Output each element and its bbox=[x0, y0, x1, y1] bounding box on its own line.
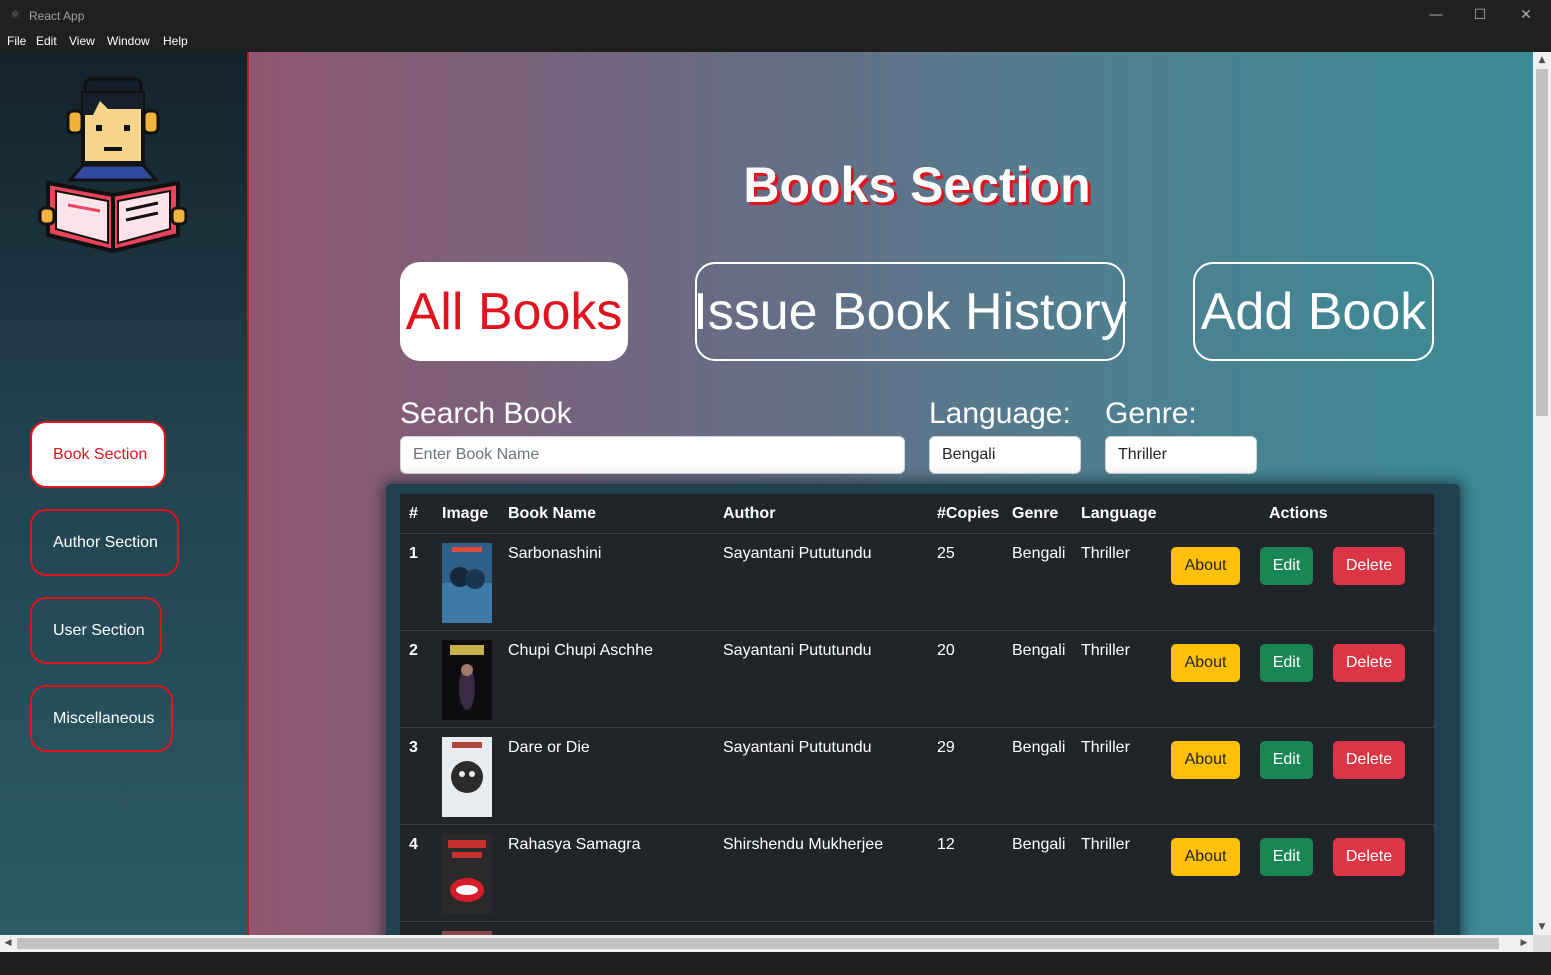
menu-bar: File Edit View Window Help bbox=[0, 31, 1551, 52]
book-language: Thriller bbox=[1081, 739, 1130, 756]
book-copies: 29 bbox=[937, 739, 955, 756]
book-cover-image bbox=[442, 640, 492, 720]
delete-button[interactable]: Delete bbox=[1333, 547, 1405, 585]
tab-all-books[interactable]: All Books bbox=[400, 262, 628, 361]
row-number: 2 bbox=[409, 642, 418, 659]
window-title: React App bbox=[29, 9, 85, 23]
book-name: Chupi Chupi Aschhe bbox=[508, 642, 653, 659]
menu-window[interactable]: Window bbox=[107, 34, 150, 48]
book-genre: Bengali bbox=[1012, 739, 1066, 756]
delete-button[interactable]: Delete bbox=[1333, 741, 1405, 779]
page-title: Books Section bbox=[743, 157, 1091, 213]
book-name: Rahasya Samagra bbox=[508, 836, 641, 853]
book-language: Thriller bbox=[1081, 836, 1130, 853]
header-book-name: Book Name bbox=[508, 505, 597, 522]
book-cover-image bbox=[442, 543, 492, 623]
about-button[interactable]: About bbox=[1171, 644, 1240, 682]
table-header: # Image Book Name Author #Copies Genre L… bbox=[400, 494, 1434, 534]
search-label: Search Book bbox=[400, 397, 572, 430]
menu-view[interactable]: View bbox=[69, 34, 95, 48]
sidebar-item-user-section[interactable]: User Section bbox=[30, 597, 162, 664]
edit-button[interactable]: Edit bbox=[1260, 838, 1313, 876]
edit-button[interactable]: Edit bbox=[1260, 741, 1313, 779]
app-window: ⚛ React App — ☐ ✕ File Edit View Window … bbox=[0, 0, 1551, 975]
books-table: # Image Book Name Author #Copies Genre L… bbox=[400, 494, 1434, 935]
row-number: 3 bbox=[409, 739, 418, 756]
about-button[interactable]: About bbox=[1171, 838, 1240, 876]
scroll-down-icon[interactable]: ▼ bbox=[1533, 919, 1551, 935]
title-bar: ⚛ React App — ☐ ✕ bbox=[0, 0, 1551, 31]
genre-label: Genre: bbox=[1105, 397, 1197, 430]
vertical-scroll-thumb[interactable] bbox=[1536, 69, 1548, 416]
table-row: 1 Sarbonashini Sayantani Pututundu 25 Be… bbox=[400, 534, 1434, 631]
scroll-right-icon[interactable]: ▶ bbox=[1516, 935, 1532, 952]
scroll-up-icon[interactable]: ▲ bbox=[1533, 52, 1551, 68]
genre-input[interactable]: Thriller bbox=[1105, 436, 1257, 474]
book-language: Thriller bbox=[1081, 545, 1130, 562]
book-language: Thriller bbox=[1081, 642, 1130, 659]
book-author: Sayantani Pututundu bbox=[723, 545, 872, 562]
delete-button[interactable]: Delete bbox=[1333, 644, 1405, 682]
book-author: Sayantani Pututundu bbox=[723, 642, 872, 659]
scroll-left-icon[interactable]: ◀ bbox=[0, 935, 16, 952]
react-logo-icon: ⚛ bbox=[10, 8, 20, 21]
edit-button[interactable]: Edit bbox=[1260, 547, 1313, 585]
book-copies: 20 bbox=[937, 642, 955, 659]
sidebar-item-book-section[interactable]: Book Section bbox=[30, 421, 166, 488]
about-button[interactable]: About bbox=[1171, 741, 1240, 779]
book-cover-image bbox=[442, 737, 492, 817]
reader-mascot-logo bbox=[38, 77, 188, 254]
header-language: Language bbox=[1081, 505, 1157, 522]
header-genre: Genre bbox=[1012, 505, 1059, 522]
window-bottom-strip bbox=[0, 952, 1551, 975]
language-input[interactable]: Bengali bbox=[929, 436, 1081, 474]
delete-button[interactable]: Delete bbox=[1333, 838, 1405, 876]
scrollbar-corner bbox=[1533, 935, 1551, 952]
horizontal-scrollbar[interactable]: ◀ ▶ bbox=[0, 935, 1533, 952]
book-author: Shirshendu Mukherjee bbox=[723, 836, 884, 853]
tab-add-book[interactable]: Add Book bbox=[1193, 262, 1434, 361]
row-number: 4 bbox=[409, 836, 418, 853]
header-actions: Actions bbox=[1269, 505, 1328, 522]
book-genre: Bengali bbox=[1012, 545, 1066, 562]
maximize-icon[interactable]: ☐ bbox=[1457, 0, 1503, 31]
book-genre: Bengali bbox=[1012, 836, 1066, 853]
menu-help[interactable]: Help bbox=[163, 34, 188, 48]
header-author: Author bbox=[723, 505, 776, 522]
book-author: Sayantani Pututundu bbox=[723, 739, 872, 756]
edit-button[interactable]: Edit bbox=[1260, 644, 1313, 682]
language-label: Language: bbox=[929, 397, 1071, 430]
table-row bbox=[400, 922, 1434, 935]
close-icon[interactable]: ✕ bbox=[1503, 0, 1549, 31]
row-number: 1 bbox=[409, 545, 418, 562]
table-row: 2 Chupi Chupi Aschhe Sayantani Pututundu… bbox=[400, 631, 1434, 728]
table-row: 4 Rahasya Samagra Shirshendu Mukherjee 1… bbox=[400, 825, 1434, 922]
book-copies: 25 bbox=[937, 545, 955, 562]
vertical-scrollbar[interactable]: ▲ ▼ bbox=[1533, 52, 1551, 935]
horizontal-scroll-thumb[interactable] bbox=[17, 938, 1499, 949]
header-number: # bbox=[409, 505, 418, 522]
book-name: Sarbonashini bbox=[508, 545, 602, 562]
sidebar-item-author-section[interactable]: Author Section bbox=[30, 509, 179, 576]
book-genre: Bengali bbox=[1012, 642, 1066, 659]
search-input[interactable]: Enter Book Name bbox=[400, 436, 905, 474]
about-button[interactable]: About bbox=[1171, 547, 1240, 585]
book-cover-image bbox=[442, 834, 492, 914]
sidebar-item-miscellaneous[interactable]: Miscellaneous bbox=[30, 685, 173, 752]
header-copies: #Copies bbox=[937, 505, 1000, 522]
header-image: Image bbox=[442, 505, 489, 522]
menu-file[interactable]: File bbox=[7, 34, 26, 48]
minimize-icon[interactable]: — bbox=[1413, 0, 1459, 31]
menu-edit[interactable]: Edit bbox=[36, 34, 57, 48]
tab-issue-book-history[interactable]: Issue Book History bbox=[693, 262, 1127, 361]
book-name: Dare or Die bbox=[508, 739, 590, 756]
table-row: 3 Dare or Die Sayantani Pututundu 29 Ben… bbox=[400, 728, 1434, 825]
main-content: Books Section All Books Issue Book Histo… bbox=[249, 52, 1533, 935]
book-copies: 12 bbox=[937, 836, 955, 853]
